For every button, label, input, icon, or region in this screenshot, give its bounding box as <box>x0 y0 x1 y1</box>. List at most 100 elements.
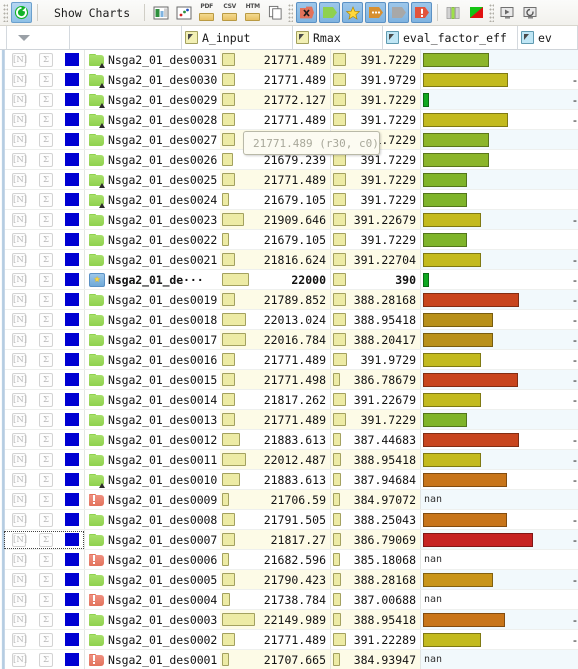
table-row[interactable]: [N] Σ Nsga2_01_des0008 21791.505 388.25043 -0… <box>0 510 578 530</box>
row-normalize-button[interactable]: [N] <box>5 370 33 389</box>
table-row[interactable]: [N] Σ Nsga2_01_des0028 21771.489 391.7229 -0.… <box>0 110 578 130</box>
row-color-swatch[interactable] <box>59 630 85 649</box>
toolbar-grip[interactable] <box>288 3 294 22</box>
eval-factor-eff-cell[interactable]: -0.899 <box>421 110 578 129</box>
toolbar-grip[interactable] <box>489 3 495 22</box>
rmax-cell[interactable]: 388.95418 <box>331 450 421 469</box>
row-normalize-button[interactable]: [N] <box>5 150 33 169</box>
row-name-cell[interactable]: Nsga2_01_des0025 <box>85 170 220 189</box>
a-input-cell[interactable]: 21883.613 <box>220 430 331 449</box>
row-color-swatch[interactable] <box>59 130 85 149</box>
row-color-swatch[interactable] <box>59 430 85 449</box>
a-input-cell[interactable]: 22013.024 <box>220 310 331 329</box>
filter-triangle-icon[interactable] <box>18 34 30 41</box>
row-name-cell[interactable]: Nsga2_01_des0024 <box>85 190 220 209</box>
rmax-cell[interactable]: 390 <box>331 270 421 289</box>
a-input-cell[interactable]: 21682.596 <box>220 550 331 569</box>
monitor-button[interactable] <box>497 2 518 23</box>
row-color-swatch[interactable] <box>59 570 85 589</box>
eval-factor-eff-cell[interactable]: -0.896 <box>421 370 578 389</box>
a-input-cell[interactable]: 21771.489 <box>220 630 331 649</box>
row-color-swatch[interactable] <box>59 490 85 509</box>
eval-factor-eff-cell[interactable]: -0.899 <box>421 250 578 269</box>
table-row[interactable]: [N] Σ Nsga2_01_des0002 21771.489 391.22289 -0… <box>0 630 578 650</box>
row-sum-button[interactable]: Σ <box>33 310 59 329</box>
table-row[interactable]: [N] Σ Nsga2_01_des0009 21706.59 384.97072 nan… <box>0 490 578 510</box>
folder-icon[interactable] <box>89 433 104 446</box>
rmax-cell[interactable]: 391.7229 <box>331 410 421 429</box>
row-normalize-button[interactable]: [N] <box>5 610 33 629</box>
filter-inactive-button[interactable] <box>388 2 410 23</box>
a-input-cell[interactable]: 21771.489 <box>220 350 331 369</box>
row-normalize-button[interactable]: [N] <box>5 390 33 409</box>
folder-arrow-icon[interactable] <box>89 93 105 108</box>
a-input-cell[interactable]: 21771.489 <box>220 110 331 129</box>
copy-button[interactable] <box>265 2 286 23</box>
eval-factor-eff-cell[interactable]: nan <box>421 590 578 609</box>
row-color-swatch[interactable] <box>59 70 85 89</box>
row-sum-button[interactable]: Σ <box>33 170 59 189</box>
table-row[interactable]: [N] Σ Nsga2_01_des0011 22012.487 388.95418 -0… <box>0 450 578 470</box>
row-color-swatch[interactable] <box>59 590 85 609</box>
chart-scatter-button[interactable] <box>173 2 194 23</box>
row-color-swatch[interactable] <box>59 250 85 269</box>
row-color-swatch[interactable] <box>59 470 85 489</box>
show-charts-label[interactable]: Show Charts <box>42 6 140 20</box>
row-normalize-button[interactable]: [N] <box>5 50 33 69</box>
row-name-cell[interactable]: Nsga2_01_des0009 <box>85 490 220 509</box>
table-row[interactable]: [N] Σ Nsga2_01_des0025 21771.489 391.7229 -0.… <box>0 170 578 190</box>
a-input-cell[interactable]: 21706.59 <box>220 490 331 509</box>
table-row[interactable]: [N] Σ Nsga2_01_des0031 21771.489 391.7229 -0.… <box>0 50 578 70</box>
row-name-cell[interactable]: Nsga2_01_des0016 <box>85 350 220 369</box>
rmax-cell[interactable]: 391.9729 <box>331 350 421 369</box>
folder-arrow-icon[interactable] <box>89 473 105 488</box>
a-input-cell[interactable]: 21771.489 <box>220 70 331 89</box>
row-normalize-button[interactable]: [N] <box>5 190 33 209</box>
table-row[interactable]: [N] Σ Nsga2_01_des0001 21707.665 384.93947 na… <box>0 650 578 669</box>
table-row[interactable]: [N] Σ Nsga2_01_des0014 21817.262 391.22679 -0… <box>0 390 578 410</box>
table-row[interactable]: [N] Σ Nsga2_01_des0021 21816.624 391.22704 -0… <box>0 250 578 270</box>
eval-factor-eff-cell[interactable]: -0.898 <box>421 330 578 349</box>
rmax-cell[interactable]: 391.22679 <box>331 210 421 229</box>
row-sum-button[interactable]: Σ <box>33 530 59 549</box>
row-sum-button[interactable]: Σ <box>33 510 59 529</box>
row-color-swatch[interactable] <box>59 270 85 289</box>
row-normalize-button[interactable]: [N] <box>5 490 33 509</box>
row-color-swatch[interactable] <box>59 150 85 169</box>
row-normalize-button[interactable]: [N] <box>5 270 33 289</box>
rmax-cell[interactable]: 388.95418 <box>331 310 421 329</box>
row-normalize-button[interactable]: [N] <box>5 110 33 129</box>
row-sum-button[interactable]: Σ <box>33 290 59 309</box>
row-color-swatch[interactable] <box>59 410 85 429</box>
table-row[interactable]: [N] Σ Nsga2_01_des0024 21679.105 391.7229 -0.… <box>0 190 578 210</box>
row-name-cell[interactable]: Nsga2_01_des0013 <box>85 410 220 429</box>
a-input-cell[interactable]: 21738.784 <box>220 590 331 609</box>
row-normalize-button[interactable]: [N] <box>5 510 33 529</box>
eval-factor-eff-cell[interactable]: -0.903 <box>421 90 578 109</box>
row-name-cell[interactable]: Nsga2_01_des0019 <box>85 290 220 309</box>
eval-factor-eff-cell[interactable]: -0.899 <box>421 630 578 649</box>
row-sum-button[interactable]: Σ <box>33 330 59 349</box>
folder-icon[interactable] <box>89 393 104 406</box>
folder-arrow-icon[interactable] <box>89 73 105 88</box>
colormap-button[interactable] <box>466 2 487 23</box>
row-normalize-button[interactable]: [N] <box>5 210 33 229</box>
export-pdf-button[interactable]: PDF <box>196 2 217 23</box>
folder-icon[interactable] <box>89 533 104 546</box>
row-color-swatch[interactable] <box>59 110 85 129</box>
a-input-cell[interactable]: 21771.498 <box>220 370 331 389</box>
results-table[interactable]: A_input Rmax eval_factor_eff ev [N] Σ Nsga… <box>0 26 578 669</box>
folder-error-icon[interactable] <box>89 553 104 566</box>
row-name-cell[interactable]: Nsga2_01_des0006 <box>85 550 220 569</box>
row-sum-button[interactable]: Σ <box>33 650 59 669</box>
header-eval-factor-eff[interactable]: eval_factor_eff <box>383 26 518 49</box>
row-sum-button[interactable]: Σ <box>33 270 59 289</box>
toolbar-grip[interactable] <box>3 3 8 22</box>
row-normalize-button[interactable]: [N] <box>5 630 33 649</box>
eval-factor-eff-cell[interactable]: -0.895 <box>421 530 578 549</box>
folder-icon[interactable] <box>89 233 104 246</box>
folder-arrow-icon[interactable] <box>89 173 105 188</box>
folder-icon[interactable] <box>89 213 104 226</box>
row-color-swatch[interactable] <box>59 170 85 189</box>
rmax-cell[interactable]: 387.44683 <box>331 430 421 449</box>
